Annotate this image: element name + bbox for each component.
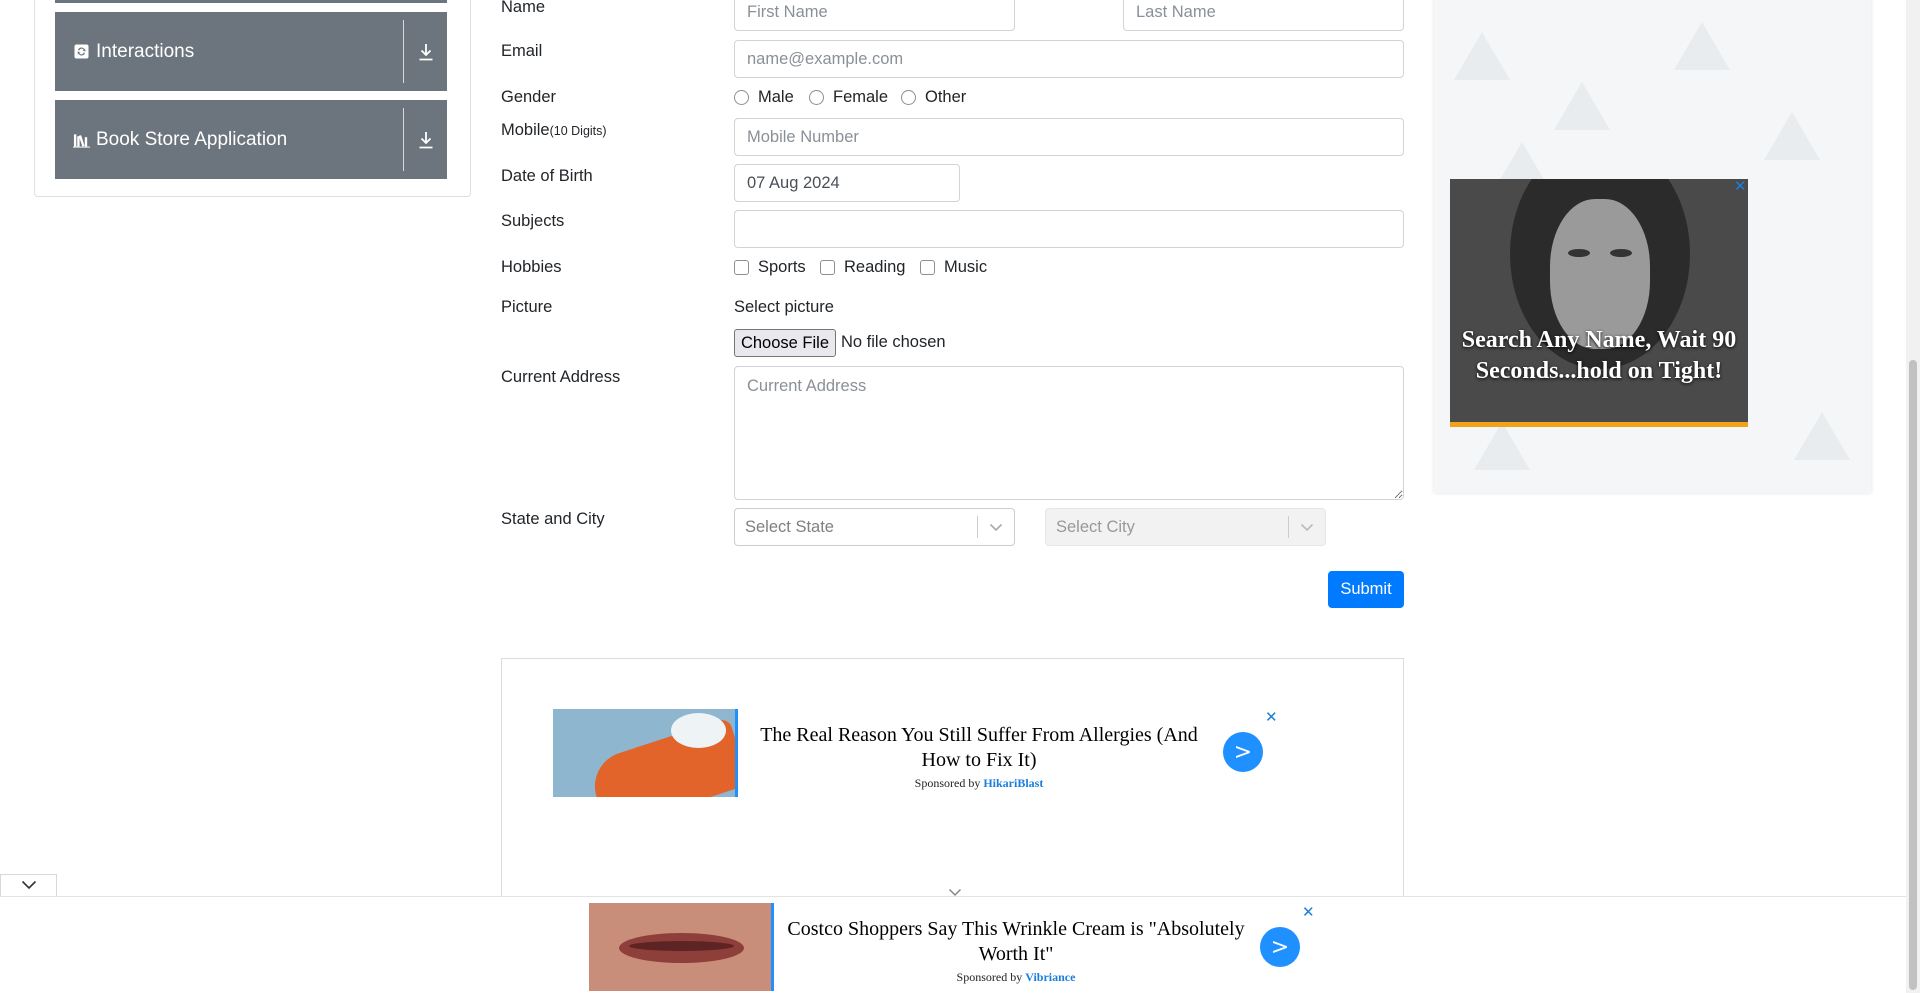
right-ad-accent-bar: [1450, 422, 1748, 427]
checkbox-box[interactable]: [734, 260, 749, 275]
email-label: Email: [501, 42, 543, 60]
inline-ad-close-icon[interactable]: ✕: [1265, 708, 1278, 726]
first-name-input[interactable]: [734, 0, 1015, 31]
picture-label: Picture: [501, 298, 553, 316]
submit-button[interactable]: Submit: [1328, 571, 1404, 608]
collapse-ad-button[interactable]: [0, 874, 57, 897]
bottom-ad-sponsor[interactable]: Sponsored by Vibriance: [786, 970, 1246, 985]
bottom-ad-headline[interactable]: Costco Shoppers Say This Wrinkle Cream i…: [786, 917, 1246, 967]
hobby-checkbox-music[interactable]: Music: [920, 258, 987, 277]
bottom-ad-close-icon[interactable]: ✕: [1302, 903, 1315, 921]
sponsor-name[interactable]: HikariBlast: [983, 776, 1043, 790]
gender-radio-male[interactable]: Male: [734, 88, 794, 107]
mobile-label-text: Mobile: [501, 121, 550, 139]
sidebar-group-label: Book Store Application: [96, 128, 288, 150]
sidebar-group-label: Interactions: [96, 40, 195, 62]
sidebar-divider: [403, 20, 404, 83]
gender-radio-female[interactable]: Female: [809, 88, 888, 107]
choose-file-button[interactable]: Choose File: [734, 329, 836, 357]
city-select-placeholder: Select City: [1056, 517, 1135, 536]
chevron-down-icon[interactable]: [21, 877, 37, 895]
dob-input[interactable]: [734, 164, 960, 202]
last-name-input[interactable]: [1123, 0, 1404, 31]
chevron-down-icon[interactable]: [978, 523, 1014, 532]
bottom-ad-go-button[interactable]: >: [1260, 927, 1300, 967]
inline-ad-go-button[interactable]: >: [1223, 732, 1263, 772]
checkbox-box[interactable]: [820, 260, 835, 275]
current-address-label: Current Address: [501, 368, 621, 386]
right-ad-headline[interactable]: Search Any Name, Wait 90 Seconds...hold …: [1458, 325, 1740, 387]
right-ad-image[interactable]: Search Any Name, Wait 90 Seconds...hold …: [1450, 179, 1748, 427]
sidebar-group-previous[interactable]: [55, 0, 447, 3]
sponsor-name[interactable]: Vibriance: [1025, 970, 1075, 984]
subjects-label: Subjects: [501, 212, 565, 230]
scrollbar-thumb[interactable]: [1909, 360, 1917, 990]
sidebar-divider: [403, 108, 404, 171]
download-icon[interactable]: [415, 41, 437, 63]
book-store-icon: [73, 131, 90, 148]
radio-label: Female: [833, 88, 889, 106]
subjects-input[interactable]: [734, 210, 1404, 248]
inline-ad-frame: The Real Reason You Still Suffer From Al…: [501, 658, 1404, 898]
hobby-checkbox-reading[interactable]: Reading: [820, 258, 905, 277]
sponsored-by-text: Sponsored by: [914, 776, 981, 790]
interactions-icon: [73, 43, 90, 60]
download-icon[interactable]: [415, 129, 437, 151]
inline-ad-headline[interactable]: The Real Reason You Still Suffer From Al…: [754, 723, 1204, 773]
gender-radio-other[interactable]: Other: [901, 88, 966, 107]
right-ad-close-icon[interactable]: ✕: [1734, 177, 1747, 195]
chevron-down-icon[interactable]: [1289, 523, 1325, 532]
state-select-placeholder: Select State: [745, 517, 834, 536]
checkbox-box[interactable]: [920, 260, 935, 275]
checkbox-label: Music: [944, 258, 988, 276]
name-label: Name: [501, 0, 546, 16]
mobile-hint: (10 Digits): [549, 124, 607, 138]
hobby-checkbox-sports[interactable]: Sports: [734, 258, 806, 277]
page-scrollbar[interactable]: [1906, 0, 1920, 993]
checkbox-label: Sports: [758, 258, 806, 276]
mobile-input[interactable]: [734, 118, 1404, 156]
ad-image[interactable]: [589, 903, 774, 991]
hobbies-label: Hobbies: [501, 258, 562, 276]
sidebar-group-interactions[interactable]: Interactions: [55, 12, 447, 91]
state-city-label: State and City: [501, 510, 605, 528]
gender-label: Gender: [501, 88, 557, 106]
no-file-text: No file chosen: [841, 333, 946, 351]
email-input[interactable]: [734, 40, 1404, 78]
radio-label: Male: [758, 88, 794, 106]
checkbox-label: Reading: [844, 258, 906, 276]
mobile-label: Mobile(10 Digits): [501, 121, 607, 140]
sidebar-group-book-store[interactable]: Book Store Application: [55, 100, 447, 179]
dob-label: Date of Birth: [501, 167, 593, 185]
city-select[interactable]: Select City: [1045, 508, 1326, 546]
radio-label: Other: [925, 88, 967, 106]
ad-image[interactable]: [553, 709, 738, 797]
sponsored-by-text: Sponsored by: [956, 970, 1023, 984]
radio-circle[interactable]: [734, 90, 749, 105]
current-address-textarea[interactable]: [734, 366, 1404, 500]
inline-ad-sponsor[interactable]: Sponsored by HikariBlast: [754, 776, 1204, 791]
radio-circle[interactable]: [901, 90, 916, 105]
state-select[interactable]: Select State: [734, 508, 1015, 546]
bottom-sticky-ad: Costco Shoppers Say This Wrinkle Cream i…: [0, 896, 1906, 993]
select-picture-text: Select picture: [734, 298, 834, 316]
radio-circle[interactable]: [809, 90, 824, 105]
